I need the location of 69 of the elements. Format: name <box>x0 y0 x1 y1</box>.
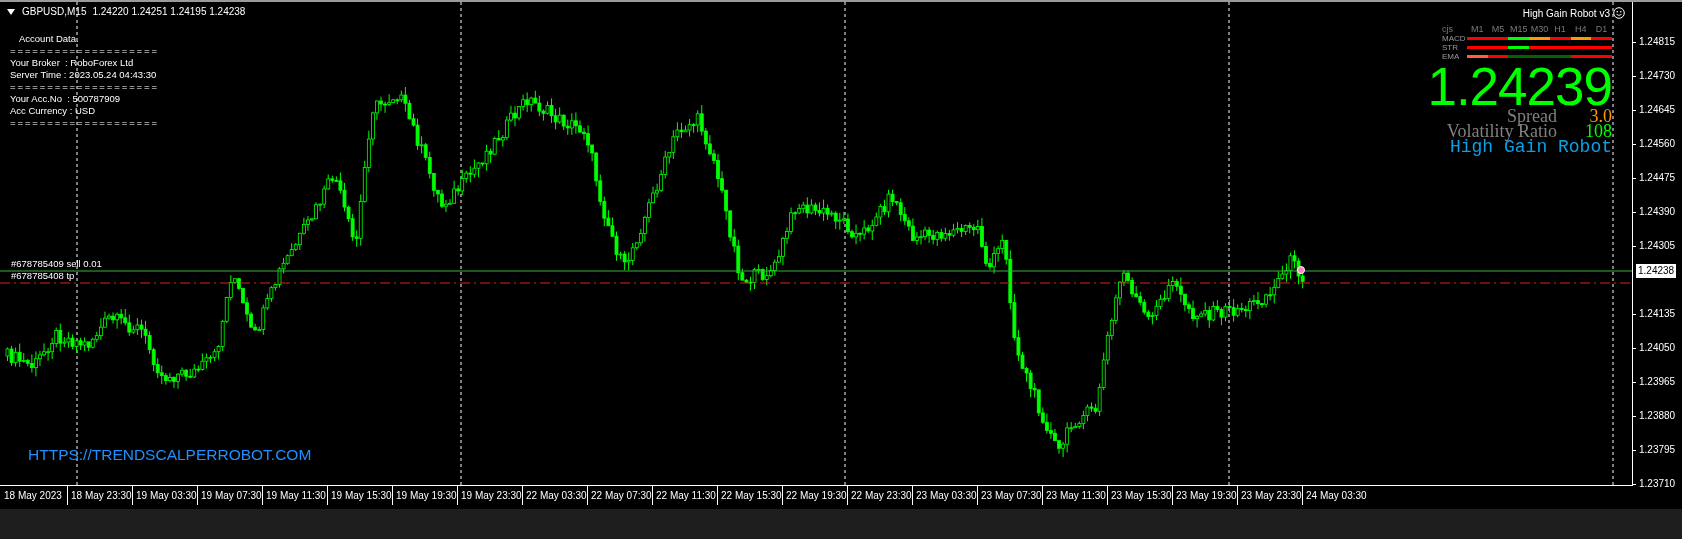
stat-label: Spread <box>1507 109 1557 124</box>
time-label: 18 May 23:30 <box>67 486 132 505</box>
timeframe-label: H4 <box>1574 25 1588 34</box>
price-display: 1.24239 <box>1427 65 1612 109</box>
separator-text: ==================== <box>10 45 159 57</box>
table-corner-label: cjs <box>1442 25 1454 34</box>
indicator-label: MACD <box>1442 34 1467 43</box>
symbol-label: GBPUSD,M15 <box>22 6 87 17</box>
stat-value: 108 <box>1585 124 1612 139</box>
timeframe-label: H1 <box>1553 25 1567 34</box>
stat-value: 3.0 <box>1589 109 1612 124</box>
time-label: 19 May 07:30 <box>197 486 262 505</box>
robot-title: High Gain Robot v3 <box>1522 7 1610 19</box>
separator-text: ==================== <box>10 81 159 93</box>
separator-text: ==================== <box>10 117 159 129</box>
price-label: 1.24305 <box>1639 239 1676 253</box>
account-field: Server Time : 2023.05.24 04:43:30 <box>10 69 159 81</box>
time-label: 19 May 19:30 <box>392 486 457 505</box>
price-label: 1.24390 <box>1639 205 1676 219</box>
time-label: 23 May 11:30 <box>1042 486 1107 505</box>
time-label: 19 May 23:30 <box>457 486 522 505</box>
account-field: Acc Currency : USD <box>10 105 159 117</box>
current-price-label: 1.24238 <box>1636 264 1677 278</box>
collapse-icon[interactable] <box>7 8 15 15</box>
account-field: Your Broker : RoboForex Ltd <box>10 57 159 69</box>
time-label: 22 May 07:30 <box>587 486 652 505</box>
smiley-icon <box>1613 7 1625 19</box>
quote-label: 1.24220 1.24251 1.24195 1.24238 <box>92 6 246 17</box>
brand-label: High Gain Robot <box>1449 139 1612 156</box>
price-label: 1.24815 <box>1639 35 1676 49</box>
timeframe-label: M30 <box>1529 25 1550 34</box>
order-label: #678785409 sell 0.01 <box>11 258 102 269</box>
timeframe-label: D1 <box>1594 25 1609 34</box>
time-label: 19 May 03:30 <box>132 486 197 505</box>
position-marker-icon <box>1297 266 1305 274</box>
indicator-label: STR <box>1442 43 1459 52</box>
stat-label: Volatility Ratio <box>1446 124 1557 139</box>
time-label: 22 May 23:30 <box>847 486 912 505</box>
price-label: 1.24135 <box>1639 307 1676 321</box>
time-label: 22 May 19:30 <box>782 486 847 505</box>
time-label: 19 May 15:30 <box>327 486 392 505</box>
price-label: 1.23795 <box>1639 443 1676 457</box>
time-label: 23 May 15:30 <box>1107 486 1172 505</box>
time-label: 23 May 03:30 <box>912 486 977 505</box>
timeframe-label: M15 <box>1508 25 1529 34</box>
time-label: 22 May 11:30 <box>652 486 717 505</box>
time-label: 23 May 23:30 <box>1237 486 1302 505</box>
indicator-label: EMA <box>1442 52 1461 61</box>
price-label: 1.24560 <box>1639 137 1676 151</box>
timeframe-label: M1 <box>1470 25 1485 34</box>
time-label: 22 May 03:30 <box>522 486 587 505</box>
price-label: 1.24475 <box>1639 171 1676 185</box>
price-label: 1.24730 <box>1639 69 1676 83</box>
website-label: HTTPS://TRENDSCALPERROBOT.COM <box>28 446 312 464</box>
timeframe-label: M5 <box>1490 25 1506 34</box>
time-label: 19 May 11:30 <box>262 486 327 505</box>
time-label: 23 May 07:30 <box>977 486 1042 505</box>
price-label: 1.23965 <box>1639 375 1676 389</box>
time-label: 23 May 19:30 <box>1172 486 1237 505</box>
time-label: 18 May 2023 <box>4 489 63 503</box>
time-label: 24 May 03:30 <box>1302 486 1367 505</box>
time-label: 22 May 15:30 <box>717 486 782 505</box>
order-label: #678785408 tp <box>11 270 75 281</box>
account-title: Account Data. <box>18 33 80 45</box>
price-label: 1.24645 <box>1639 103 1676 117</box>
price-label: 1.23710 <box>1639 477 1676 491</box>
price-label: 1.24050 <box>1639 341 1676 355</box>
account-field: Your Acc.No : 500787909 <box>10 93 159 105</box>
price-label: 1.23880 <box>1639 409 1676 423</box>
